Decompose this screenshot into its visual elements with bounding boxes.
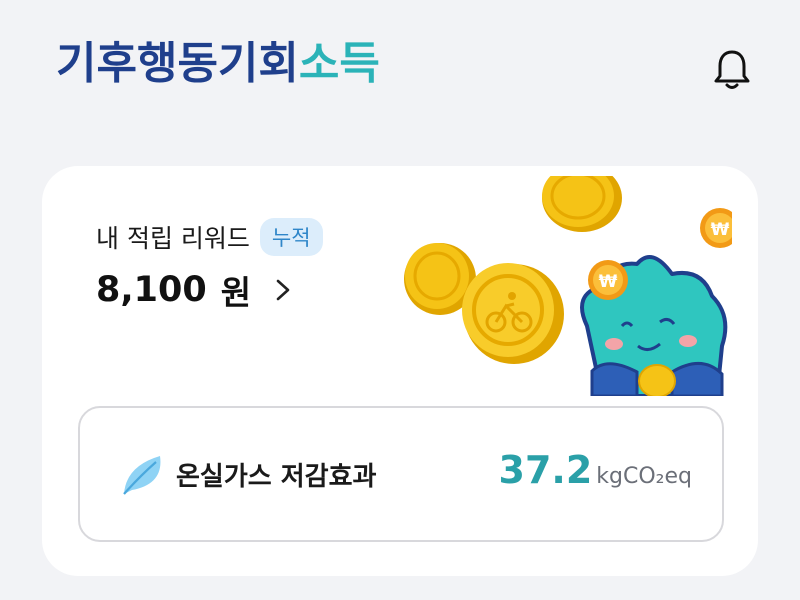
reward-unit: 원	[220, 273, 252, 312]
chevron-right-icon	[276, 279, 290, 301]
coin-image	[462, 263, 564, 364]
won-coin-icon: ₩	[700, 208, 732, 248]
app-header: 기후행동기회소득	[0, 0, 800, 150]
leaf-icon	[123, 456, 161, 495]
app-logo: 기후행동기회소득	[56, 42, 380, 86]
svg-text:₩: ₩	[711, 220, 730, 240]
coin-image	[542, 176, 622, 232]
won-coin-icon: ₩	[588, 260, 628, 300]
reward-amount: 8,100	[96, 270, 207, 310]
emission-reduction-box[interactable]: 온실가스 저감효과 37.2 kgCO₂eq	[78, 406, 724, 542]
emission-reduction-unit: kgCO₂eq	[596, 464, 692, 489]
reward-card: 내 적립 리워드 누적 8,100 원 ₩ ₩ 온실가스 저감효과 37.2 k…	[42, 166, 758, 576]
reward-title-row: 내 적립 리워드 누적	[96, 218, 323, 256]
logo-text: 기후행동기회	[56, 38, 299, 89]
emission-reduction-label: 온실가스 저감효과	[176, 462, 377, 492]
emission-reduction-value: 37.2	[498, 448, 593, 492]
reward-amount-link[interactable]: 8,100 원	[96, 266, 293, 314]
cumulative-badge: 누적	[259, 218, 323, 256]
svg-text:₩: ₩	[599, 272, 618, 292]
logo-text-accent: 소득	[298, 38, 380, 89]
coins-mascot-illustration: ₩ ₩	[404, 176, 732, 396]
emission-reduction-value-group: 37.2 kgCO₂eq	[499, 448, 692, 492]
bell-icon[interactable]	[708, 46, 756, 94]
reward-title: 내 적립 리워드	[96, 224, 250, 253]
